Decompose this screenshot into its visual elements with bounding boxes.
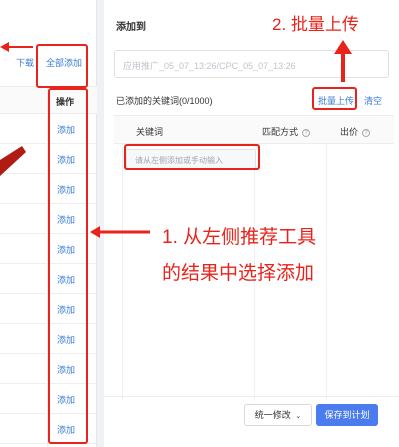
unify-edit-button[interactable]: 统一修改 ⌄ (244, 404, 312, 426)
step1-annotation-line2: 的结果中选择添加 (162, 263, 315, 284)
column-divider (122, 144, 123, 401)
highlight-add-all (36, 44, 88, 88)
unify-edit-label: 统一修改 (254, 410, 291, 420)
col-keyword: 关键词 (136, 127, 164, 137)
column-divider (326, 144, 327, 401)
col-match: 匹配方式? (262, 125, 311, 138)
step1-annotation-line1: 1. 从左侧推荐工具 (162, 227, 317, 248)
table-header: 关键词 匹配方式? 出价? (114, 116, 394, 144)
clear-button[interactable]: 清空 (364, 94, 382, 107)
highlight-add-column (48, 88, 88, 444)
save-to-plan-button[interactable]: 保存到计划 (316, 404, 378, 426)
panel-title: 添加到 (116, 22, 146, 33)
help-icon[interactable]: ? (362, 128, 371, 137)
help-icon[interactable]: ? (302, 128, 311, 137)
added-keywords-count: 已添加的关键词(0/1000) (116, 96, 213, 106)
col-match-label: 匹配方式 (262, 127, 299, 137)
highlight-keyword-input (124, 144, 260, 170)
download-link[interactable]: 下载 (16, 56, 34, 69)
highlight-batch-upload (312, 87, 357, 110)
step2-annotation: 2. 批量上传 (272, 15, 359, 34)
plan-select[interactable]: 应用推广_05_07_13:26/CPC_05_07_13:26 (114, 50, 389, 78)
col-bid: 出价? (340, 125, 371, 138)
col-bid-label: 出价 (340, 127, 359, 137)
plan-select-placeholder: 应用推广_05_07_13:26/CPC_05_07_13:26 (123, 61, 296, 71)
chevron-down-icon: ⌄ (295, 413, 302, 420)
